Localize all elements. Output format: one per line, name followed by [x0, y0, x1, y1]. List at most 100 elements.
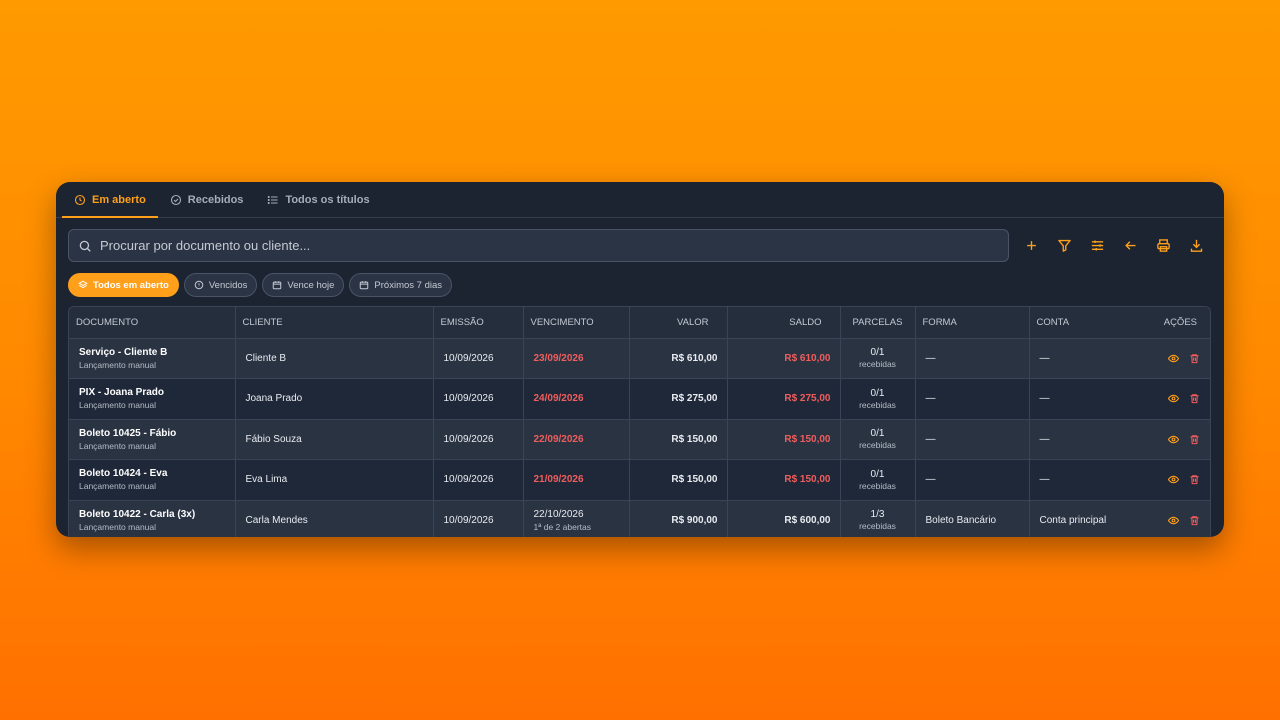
cell-acoes: [1143, 459, 1210, 501]
clock-icon: [74, 194, 86, 205]
cell-conta: —: [1029, 419, 1143, 460]
filter-chips: Todos em aberto Vencidos Vence hoje Próx…: [68, 273, 453, 297]
delete-button[interactable]: [1189, 393, 1200, 404]
view-button[interactable]: [1168, 434, 1179, 445]
installments-count: 0/1: [870, 347, 885, 359]
cell-parcelas: 0/1 recebidas: [840, 378, 916, 420]
eye-icon: [1168, 434, 1179, 445]
eye-icon: [1168, 393, 1179, 404]
eye-icon: [1168, 515, 1179, 526]
view-button[interactable]: [1168, 393, 1179, 404]
cell-emissao: 10/09/2026: [433, 338, 524, 379]
view-button[interactable]: [1168, 515, 1179, 526]
installments-label: recebidas: [859, 399, 896, 410]
print-icon: [1156, 238, 1170, 252]
chip-vence-hoje[interactable]: Vence hoje: [262, 273, 345, 297]
filter-button[interactable]: [1054, 235, 1074, 255]
delete-button[interactable]: [1189, 434, 1200, 445]
delete-button[interactable]: [1189, 353, 1200, 364]
cell-conta: —: [1029, 378, 1143, 420]
document-title: Boleto 10425 - Fábio: [79, 427, 177, 439]
table-row[interactable]: Boleto 10422 - Carla (3x) Lançamento manu…: [69, 500, 1210, 537]
chip-vencidos[interactable]: Vencidos: [183, 273, 258, 297]
check-circle-icon: [170, 194, 181, 205]
trash-icon: [1189, 515, 1200, 526]
eye-icon: [1168, 353, 1179, 364]
chip-proximos-7-dias[interactable]: Próximos 7 dias: [349, 273, 453, 297]
view-button[interactable]: [1168, 353, 1179, 364]
document-origin: Lançamento manual: [79, 359, 157, 370]
document-origin: Lançamento manual: [79, 440, 157, 451]
download-button[interactable]: [1186, 235, 1206, 255]
due-date: 24/09/2026: [533, 393, 584, 405]
table-row[interactable]: Boleto 10424 - Eva Lançamento manual Eva L…: [69, 459, 1210, 501]
cell-cliente: Joana Prado: [235, 378, 434, 420]
installments-label: recebidas: [859, 521, 896, 532]
print-button[interactable]: [1153, 235, 1173, 255]
document-title: Boleto 10424 - Eva: [79, 468, 168, 480]
cell-saldo: R$ 600,00: [727, 500, 841, 537]
cell-conta: —: [1029, 338, 1143, 379]
cell-valor: R$ 150,00: [629, 459, 728, 501]
tab-recebidos[interactable]: Recebidos: [158, 182, 256, 217]
add-button[interactable]: [1021, 235, 1041, 255]
search-input[interactable]: [100, 238, 980, 253]
column-header[interactable]: CLIENTE: [235, 307, 434, 339]
delete-button[interactable]: [1189, 515, 1200, 526]
search-icon: [79, 240, 91, 252]
due-date: 22/09/2026: [533, 433, 584, 445]
column-header[interactable]: FORMA: [915, 307, 1030, 339]
cell-documento: Serviço - Cliente B Lançamento manual: [69, 338, 236, 379]
cell-valor: R$ 275,00: [629, 378, 728, 420]
view-button[interactable]: [1168, 474, 1179, 485]
settings-button[interactable]: [1087, 235, 1107, 255]
due-date: 21/09/2026: [533, 474, 584, 486]
document-origin: Lançamento manual: [79, 481, 157, 492]
cell-vencimento: 22/09/2026: [523, 419, 630, 460]
cell-valor: R$ 610,00: [629, 338, 728, 379]
installments-count: 0/1: [870, 428, 885, 440]
column-header[interactable]: PARCELAS: [840, 307, 916, 339]
cell-acoes: [1143, 378, 1210, 420]
tab-em-aberto[interactable]: Em aberto: [62, 182, 158, 218]
list-icon: [268, 195, 278, 204]
arrow-left-icon: [1124, 240, 1135, 250]
back-button[interactable]: [1120, 235, 1140, 255]
search-box[interactable]: [68, 229, 1009, 262]
column-header[interactable]: CONTA: [1029, 307, 1143, 339]
document-title: PIX - Joana Prado: [79, 387, 165, 399]
column-header[interactable]: EMISSÃO: [433, 307, 524, 339]
chip-todos-em-aberto[interactable]: Todos em aberto: [68, 273, 179, 297]
column-header[interactable]: VENCIMENTO: [523, 307, 630, 339]
tab-bar: Em aberto Recebidos Todos os títulos: [56, 182, 1224, 218]
column-header[interactable]: DOCUMENTO: [69, 307, 236, 339]
tab-todos-os-titulos[interactable]: Todos os títulos: [255, 182, 381, 217]
cell-valor: R$ 900,00: [629, 500, 728, 537]
table-row[interactable]: Boleto 10425 - Fábio Lançamento manual Fáb…: [69, 419, 1210, 460]
cell-forma: —: [915, 419, 1030, 460]
cell-cliente: Fábio Souza: [235, 419, 434, 460]
cell-parcelas: 0/1 recebidas: [840, 459, 916, 501]
cell-forma: —: [915, 338, 1030, 379]
column-header[interactable]: SALDO: [727, 307, 841, 339]
toolbar-actions: [1021, 235, 1206, 255]
cell-forma: —: [915, 378, 1030, 420]
receivables-table: DOCUMENTO CLIENTE EMISSÃO VENCIMENTO VAL…: [68, 306, 1211, 537]
table-header-row: DOCUMENTO CLIENTE EMISSÃO VENCIMENTO VAL…: [69, 307, 1210, 339]
due-date: 22/10/2026: [533, 508, 584, 520]
cell-saldo: R$ 610,00: [727, 338, 841, 379]
document-title: Boleto 10422 - Carla (3x): [79, 508, 196, 520]
table-row[interactable]: Serviço - Cliente B Lançamento manual Clie…: [69, 338, 1210, 379]
toolbar: [68, 229, 1212, 262]
delete-button[interactable]: [1189, 474, 1200, 485]
cell-vencimento: 22/10/2026 1ª de 2 abertas: [523, 500, 630, 537]
document-origin: Lançamento manual: [79, 521, 157, 532]
cell-conta: Conta principal: [1029, 500, 1143, 537]
chip-label: Todos em aberto: [93, 279, 169, 291]
column-header: AÇÕES: [1143, 307, 1210, 339]
installments-count: 0/1: [870, 468, 885, 480]
download-icon: [1190, 239, 1202, 252]
table-row[interactable]: PIX - Joana Prado Lançamento manual Joana …: [69, 378, 1210, 420]
column-header[interactable]: VALOR: [629, 307, 728, 339]
cell-vencimento: 24/09/2026: [523, 378, 630, 420]
